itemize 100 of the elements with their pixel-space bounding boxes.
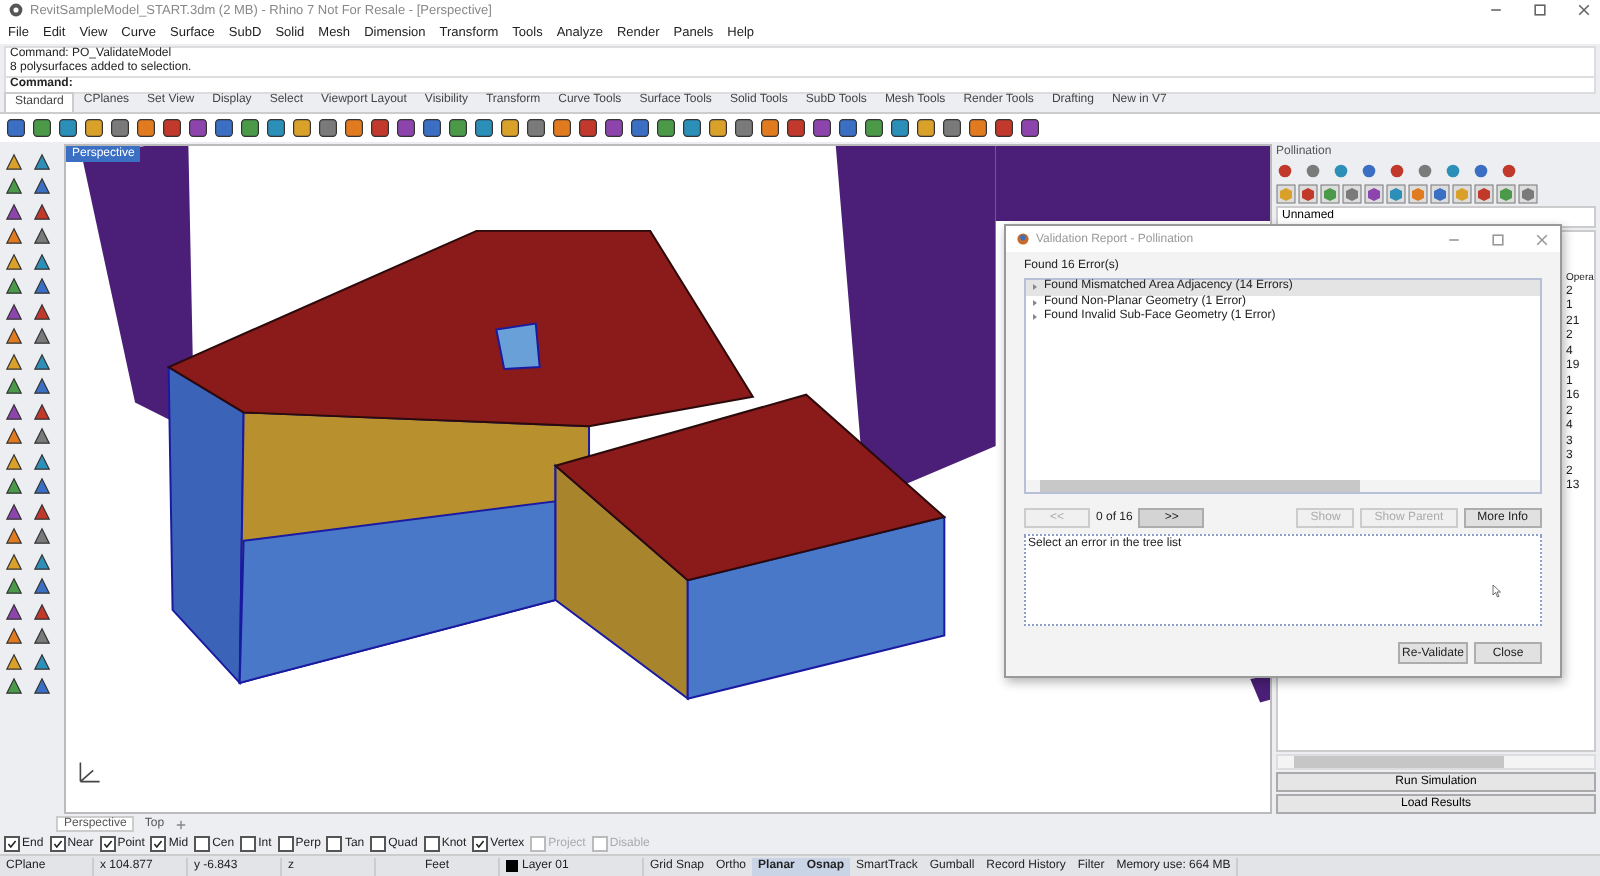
- tool-icon[interactable]: [602, 115, 626, 140]
- tool-icon[interactable]: [2, 499, 26, 524]
- tool-icon[interactable]: [30, 649, 54, 674]
- tool-icon[interactable]: [264, 115, 288, 140]
- cube-icon[interactable]: [1474, 183, 1494, 204]
- tool-icon[interactable]: [30, 399, 54, 424]
- tool-icon[interactable]: [30, 174, 54, 199]
- tool-icon[interactable]: [836, 115, 860, 140]
- tool-icon[interactable]: [394, 115, 418, 140]
- tool-icon[interactable]: [420, 115, 444, 140]
- tool-icon[interactable]: [160, 115, 184, 140]
- tool-icon[interactable]: [888, 115, 912, 140]
- tool-icon[interactable]: [30, 299, 54, 324]
- tool-icon[interactable]: [108, 115, 132, 140]
- cube-icon[interactable]: [1408, 183, 1428, 204]
- tool-icon[interactable]: [498, 115, 522, 140]
- tool-icon[interactable]: [2, 349, 26, 374]
- tool-icon[interactable]: [758, 115, 782, 140]
- tool-icon[interactable]: [30, 474, 54, 499]
- tool-icon[interactable]: [30, 199, 54, 224]
- checkbox[interactable]: [240, 836, 257, 853]
- tool-icon[interactable]: [2, 524, 26, 549]
- maximize-icon[interactable]: [1490, 231, 1506, 247]
- cube-icon[interactable]: [1386, 183, 1406, 204]
- tool-icon[interactable]: [30, 324, 54, 349]
- tool-icon[interactable]: [30, 349, 54, 374]
- cube-icon[interactable]: [1342, 183, 1362, 204]
- tool-icon[interactable]: [992, 115, 1016, 140]
- tool-icon[interactable]: [30, 424, 54, 449]
- tool-icon[interactable]: [2, 674, 26, 699]
- cube-icon[interactable]: [1430, 183, 1450, 204]
- tool-icon[interactable]: [30, 674, 54, 699]
- checkbox[interactable]: [326, 836, 343, 853]
- tool-icon[interactable]: [940, 115, 964, 140]
- tool-icon[interactable]: [30, 149, 54, 174]
- tool-icon[interactable]: [30, 224, 54, 249]
- tool-icon[interactable]: [2, 299, 26, 324]
- tool-icon[interactable]: [30, 574, 54, 599]
- tool-icon[interactable]: [30, 249, 54, 274]
- tool-icon[interactable]: [680, 115, 704, 140]
- tool-icon[interactable]: [2, 474, 26, 499]
- tool-icon[interactable]: [2, 249, 26, 274]
- tool-icon[interactable]: [2, 274, 26, 299]
- tool-icon[interactable]: [914, 115, 938, 140]
- tool-icon[interactable]: [2, 224, 26, 249]
- checkbox[interactable]: [194, 836, 211, 853]
- tool-icon[interactable]: [2, 174, 26, 199]
- tool-icon[interactable]: [446, 115, 470, 140]
- horizontal-scrollbar[interactable]: [1026, 480, 1540, 492]
- tool-icon[interactable]: [30, 374, 54, 399]
- cube-icon[interactable]: [1496, 183, 1516, 204]
- tool-icon[interactable]: [576, 115, 600, 140]
- cube-icon[interactable]: [1320, 183, 1340, 204]
- checkbox[interactable]: [423, 836, 440, 853]
- tool-icon[interactable]: [238, 115, 262, 140]
- tool-icon[interactable]: [4, 115, 28, 140]
- maximize-icon[interactable]: [1532, 2, 1548, 19]
- tool-icon[interactable]: [30, 599, 54, 624]
- tool-icon[interactable]: [2, 374, 26, 399]
- tool-icon[interactable]: [966, 115, 990, 140]
- tool-icon[interactable]: [2, 599, 26, 624]
- tool-icon[interactable]: [56, 115, 80, 140]
- tool-icon[interactable]: [1018, 115, 1042, 140]
- tool-icon[interactable]: [654, 115, 678, 140]
- tool-icon[interactable]: [30, 549, 54, 574]
- tool-icon[interactable]: [30, 624, 54, 649]
- checkbox[interactable]: [277, 836, 294, 853]
- tool-icon[interactable]: [290, 115, 314, 140]
- tool-icon[interactable]: [30, 449, 54, 474]
- checkbox[interactable]: [49, 836, 66, 853]
- tool-icon[interactable]: [2, 449, 26, 474]
- tool-icon[interactable]: [2, 399, 26, 424]
- expander-icon[interactable]: [1030, 297, 1040, 308]
- checkbox[interactable]: [370, 836, 387, 853]
- close-icon[interactable]: [1576, 2, 1592, 19]
- tool-icon[interactable]: [30, 524, 54, 549]
- tool-icon[interactable]: [368, 115, 392, 140]
- tool-icon[interactable]: [30, 274, 54, 299]
- checkbox[interactable]: [4, 836, 20, 853]
- tool-icon[interactable]: [30, 115, 54, 140]
- tool-icon[interactable]: [186, 115, 210, 140]
- tool-icon[interactable]: [810, 115, 834, 140]
- tool-icon[interactable]: [628, 115, 652, 140]
- checkbox[interactable]: [472, 836, 489, 853]
- expander-icon[interactable]: [1030, 282, 1040, 293]
- tool-icon[interactable]: [2, 549, 26, 574]
- horizontal-scrollbar[interactable]: [1276, 754, 1596, 771]
- tool-icon[interactable]: [862, 115, 886, 140]
- tool-icon[interactable]: [2, 199, 26, 224]
- tool-icon[interactable]: [342, 115, 366, 140]
- tool-icon[interactable]: [316, 115, 340, 140]
- tool-icon[interactable]: [2, 649, 26, 674]
- close-icon[interactable]: [1534, 231, 1550, 247]
- tool-icon[interactable]: [472, 115, 496, 140]
- tool-icon[interactable]: [706, 115, 730, 140]
- expander-icon[interactable]: [1030, 312, 1040, 323]
- cube-icon[interactable]: [1518, 183, 1538, 204]
- tool-icon[interactable]: [2, 424, 26, 449]
- tool-icon[interactable]: [212, 115, 236, 140]
- cube-icon[interactable]: [1298, 183, 1318, 204]
